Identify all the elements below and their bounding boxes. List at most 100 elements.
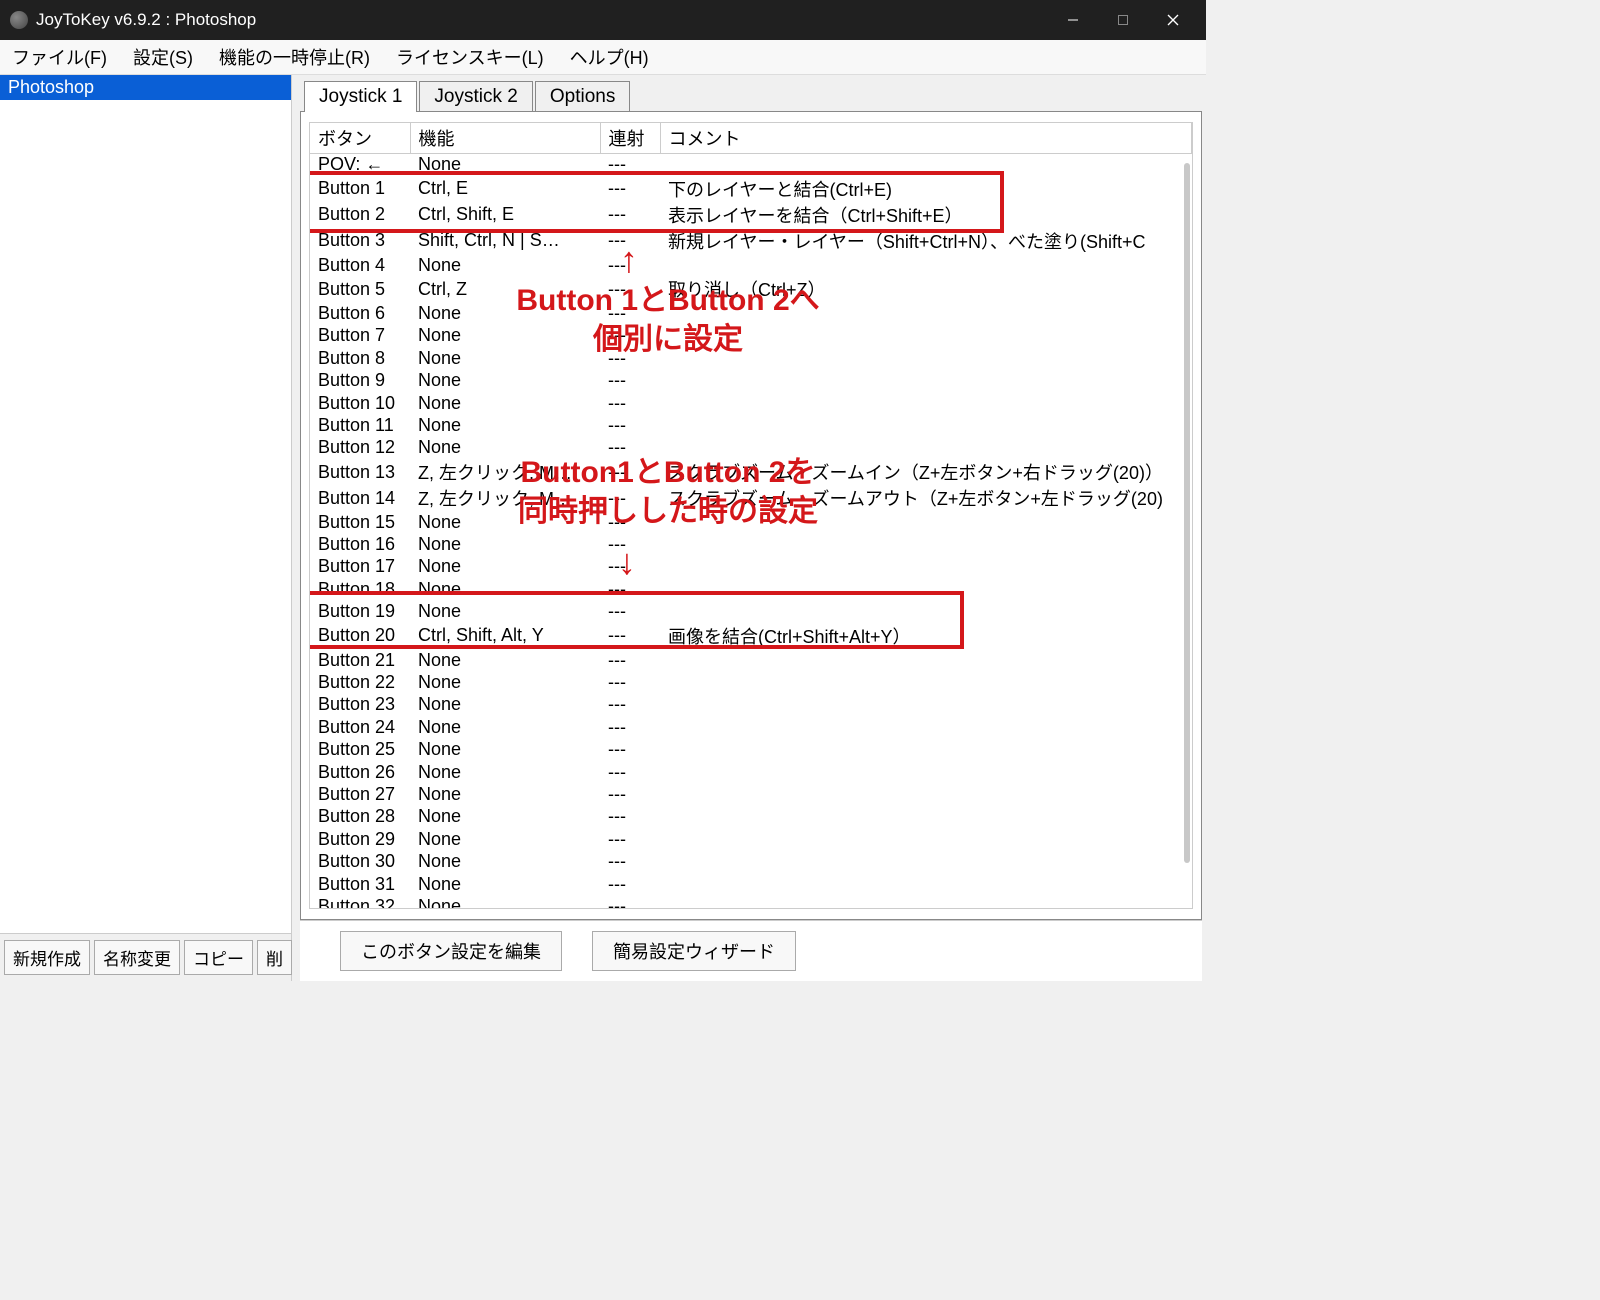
cell-repeat: --- xyxy=(600,459,660,485)
table-row[interactable]: Button 16None--- xyxy=(310,533,1192,555)
table-row[interactable]: Button 30None--- xyxy=(310,850,1192,872)
cell-function: None xyxy=(410,873,600,895)
table-row[interactable]: Button 3Shift, Ctrl, N | S…---新規レイヤー・レイヤ… xyxy=(310,228,1192,254)
close-button[interactable] xyxy=(1150,4,1196,36)
table-row[interactable]: Button 9None--- xyxy=(310,369,1192,391)
cell-comment xyxy=(660,437,1192,459)
cell-comment: スクラブズーム・ズームアウト（Z+左ボタン+左ドラッグ(20) xyxy=(660,485,1192,511)
table-row[interactable]: Button 17None--- xyxy=(310,556,1192,578)
profile-list[interactable]: Photoshop xyxy=(0,75,291,933)
table-row[interactable]: Button 20Ctrl, Shift, Alt, Y---画像を結合(Ctr… xyxy=(310,623,1192,649)
table-row[interactable]: POV: ←None--- xyxy=(310,154,1192,176)
cell-function: Shift, Ctrl, N | S… xyxy=(410,228,600,254)
cell-button: Button 15 xyxy=(310,511,410,533)
window-controls xyxy=(1050,4,1196,36)
profile-item-photoshop[interactable]: Photoshop xyxy=(0,75,291,100)
maximize-button[interactable] xyxy=(1100,4,1146,36)
cell-comment xyxy=(660,739,1192,761)
tabs: Joystick 1 Joystick 2 Options xyxy=(300,81,1202,112)
scrollbar[interactable] xyxy=(1184,163,1190,863)
cell-comment xyxy=(660,761,1192,783)
header-function[interactable]: 機能 xyxy=(410,123,600,154)
cell-function: None xyxy=(410,414,600,436)
cell-button: Button 11 xyxy=(310,414,410,436)
table-row[interactable]: Button 24None--- xyxy=(310,716,1192,738)
table-row[interactable]: Button 7None--- xyxy=(310,325,1192,347)
cell-repeat: --- xyxy=(600,601,660,623)
cell-repeat: --- xyxy=(600,414,660,436)
table-row[interactable]: Button 8None--- xyxy=(310,347,1192,369)
table-row[interactable]: Button 23None--- xyxy=(310,694,1192,716)
cell-repeat: --- xyxy=(600,485,660,511)
tab-joystick2[interactable]: Joystick 2 xyxy=(419,81,532,112)
easy-setup-wizard[interactable]: 簡易設定ウィザード xyxy=(592,931,796,971)
table-row[interactable]: Button 12None--- xyxy=(310,437,1192,459)
table-row[interactable]: Button 2Ctrl, Shift, E---表示レイヤーを結合（Ctrl+… xyxy=(310,202,1192,228)
minimize-button[interactable] xyxy=(1050,4,1096,36)
delete-profile-button[interactable]: 削 xyxy=(257,940,292,975)
cell-comment: 取り消し（Ctrl+Z） xyxy=(660,276,1192,302)
table-row[interactable]: Button 21None--- xyxy=(310,649,1192,671)
table-row[interactable]: Button 1Ctrl, E---下のレイヤーと結合(Ctrl+E) xyxy=(310,176,1192,202)
header-comment[interactable]: コメント xyxy=(660,123,1192,154)
cell-button: Button 31 xyxy=(310,873,410,895)
menu-settings[interactable]: 設定(S) xyxy=(129,42,197,72)
cell-repeat: --- xyxy=(600,533,660,555)
cell-repeat: --- xyxy=(600,895,660,909)
cell-function: None xyxy=(410,828,600,850)
menu-pause[interactable]: 機能の一時停止(R) xyxy=(215,42,374,72)
table-row[interactable]: Button 28None--- xyxy=(310,806,1192,828)
button-table-container[interactable]: ボタン 機能 連射 コメント POV: ←None---Button 1Ctrl… xyxy=(309,122,1193,909)
table-row[interactable]: Button 25None--- xyxy=(310,739,1192,761)
cell-function: None xyxy=(410,694,600,716)
cell-comment xyxy=(660,254,1192,276)
table-row[interactable]: Button 31None--- xyxy=(310,873,1192,895)
menu-help[interactable]: ヘルプ(H) xyxy=(566,42,653,72)
rename-profile-button[interactable]: 名称変更 xyxy=(94,940,180,975)
cell-button: Button 24 xyxy=(310,716,410,738)
table-row[interactable]: Button 19None--- xyxy=(310,601,1192,623)
cell-button: Button 5 xyxy=(310,276,410,302)
button-table: ボタン 機能 連射 コメント POV: ←None---Button 1Ctrl… xyxy=(310,123,1192,909)
app-icon xyxy=(10,11,28,29)
bottom-button-bar: このボタン設定を編集 簡易設定ウィザード xyxy=(300,920,1202,981)
table-row[interactable]: Button 29None--- xyxy=(310,828,1192,850)
cell-function: None xyxy=(410,533,600,555)
tab-joystick1[interactable]: Joystick 1 xyxy=(304,81,417,112)
cell-comment xyxy=(660,694,1192,716)
cell-button: Button 17 xyxy=(310,556,410,578)
header-button[interactable]: ボタン xyxy=(310,123,410,154)
cell-comment: 表示レイヤーを結合（Ctrl+Shift+E） xyxy=(660,202,1192,228)
cell-button: Button 30 xyxy=(310,850,410,872)
tab-options[interactable]: Options xyxy=(535,81,630,112)
table-row[interactable]: Button 11None--- xyxy=(310,414,1192,436)
copy-profile-button[interactable]: コピー xyxy=(184,940,253,975)
menu-file[interactable]: ファイル(F) xyxy=(8,42,111,72)
cell-comment xyxy=(660,601,1192,623)
table-row[interactable]: Button 15None--- xyxy=(310,511,1192,533)
cell-function: None xyxy=(410,154,600,176)
new-profile-button[interactable]: 新規作成 xyxy=(4,940,90,975)
table-row[interactable]: Button 32None--- xyxy=(310,895,1192,909)
cell-comment xyxy=(660,649,1192,671)
table-row[interactable]: Button 22None--- xyxy=(310,671,1192,693)
table-row[interactable]: Button 27None--- xyxy=(310,783,1192,805)
cell-comment xyxy=(660,414,1192,436)
table-row[interactable]: Button 10None--- xyxy=(310,392,1192,414)
table-row[interactable]: Button 26None--- xyxy=(310,761,1192,783)
table-row[interactable]: Button 6None--- xyxy=(310,302,1192,324)
cell-function: None xyxy=(410,716,600,738)
menu-license[interactable]: ライセンスキー(L) xyxy=(392,42,548,72)
table-row[interactable]: Button 18None--- xyxy=(310,578,1192,600)
table-row[interactable]: Button 13Z, 左クリック, M…---スクラブズーム・ズームイン（Z+… xyxy=(310,459,1192,485)
cell-repeat: --- xyxy=(600,783,660,805)
cell-comment xyxy=(660,578,1192,600)
edit-button-settings[interactable]: このボタン設定を編集 xyxy=(340,931,562,971)
table-row[interactable]: Button 5Ctrl, Z---取り消し（Ctrl+Z） xyxy=(310,276,1192,302)
cell-function: None xyxy=(410,806,600,828)
header-repeat[interactable]: 連射 xyxy=(600,123,660,154)
table-row[interactable]: Button 4None--- xyxy=(310,254,1192,276)
table-row[interactable]: Button 14Z, 左クリック, M…---スクラブズーム・ズームアウト（Z… xyxy=(310,485,1192,511)
cell-button: Button 14 xyxy=(310,485,410,511)
cell-button: Button 26 xyxy=(310,761,410,783)
